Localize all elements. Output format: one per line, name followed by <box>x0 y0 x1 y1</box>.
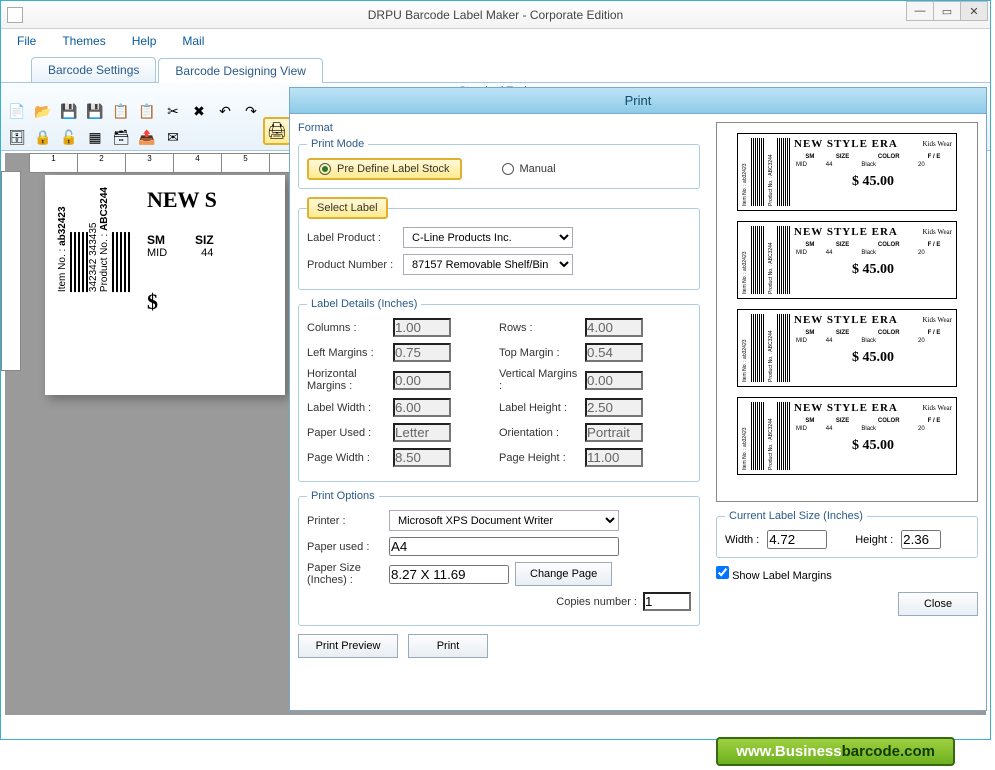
undo-icon[interactable]: ↶ <box>213 99 237 123</box>
show-margins-checkbox[interactable]: Show Label Margins <box>716 570 832 582</box>
saveas-icon[interactable]: 💾 <box>83 99 107 123</box>
dialog-right-panel: Item No. : ab32423 Product No. : ABC3244… <box>708 114 986 710</box>
label-brand: NEW S <box>147 187 273 213</box>
print-mode-group: Print Mode Pre Define Label Stock Manual <box>298 138 700 189</box>
mail-icon[interactable]: ✉ <box>161 125 185 149</box>
label-left-column: Item No. : ab32423 342342 343435 Product… <box>57 187 130 292</box>
lock-icon[interactable]: 🔒 <box>31 125 55 149</box>
menu-themes[interactable]: Themes <box>52 32 115 50</box>
grid-icon[interactable]: ▦ <box>83 125 107 149</box>
vmargin-input[interactable] <box>585 371 643 390</box>
mini-label-2: Item No. : ab32423 Product No. : ABC3244… <box>737 221 957 299</box>
maximize-button[interactable]: ▭ <box>933 1 961 21</box>
lwidth-input[interactable] <box>393 398 451 417</box>
menu-help[interactable]: Help <box>122 32 167 50</box>
lheight-input[interactable] <box>585 398 643 417</box>
db-icon[interactable]: 🗄 <box>5 125 29 149</box>
radio-manual[interactable]: Manual <box>502 163 556 175</box>
dialog-title: Print <box>290 88 986 114</box>
label-preview-card[interactable]: Item No. : ab32423 342342 343435 Product… <box>45 175 285 395</box>
close-button[interactable]: ✕ <box>960 1 988 21</box>
mini-label-1: Item No. : ab32423 Product No. : ABC3244… <box>737 133 957 211</box>
lmargin-input[interactable] <box>393 343 451 362</box>
mini-label-4: Item No. : ab32423 Product No. : ABC3244… <box>737 397 957 475</box>
current-label-size: Current Label Size (Inches) Width : Heig… <box>716 510 978 558</box>
ruler-vertical <box>1 171 21 371</box>
export-icon[interactable]: 📤 <box>135 125 159 149</box>
rows-input[interactable] <box>585 318 643 337</box>
save-icon[interactable]: 💾 <box>57 99 81 123</box>
paste-icon[interactable]: 📋 <box>135 99 159 123</box>
delete-icon[interactable]: ✖ <box>187 99 211 123</box>
mini-label-3: Item No. : ab32423 Product No. : ABC3244… <box>737 309 957 387</box>
ribbon-icons: 📄 📂 💾 💾 📋 📋 ✂ ✖ ↶ ↷ 🗄 🔒 🔓 ▦ 🗃 📤 ✉ <box>5 99 285 149</box>
window-buttons: — ▭ ✕ <box>907 1 988 21</box>
paper-used-input[interactable] <box>389 537 619 556</box>
radio-dot-icon <box>502 163 514 175</box>
copies-input[interactable] <box>643 592 691 611</box>
print-button[interactable]: Print <box>408 634 488 658</box>
tmargin-input[interactable] <box>585 343 643 362</box>
barcode-bars <box>68 232 88 292</box>
dialog-left-panel: Format Print Mode Pre Define Label Stock… <box>290 114 708 710</box>
footer-url: www.Businessbarcode.com <box>716 737 955 766</box>
titlebar: DRPU Barcode Label Maker - Corporate Edi… <box>1 1 990 29</box>
barcode-bars-2 <box>110 232 130 292</box>
hmargin-input[interactable] <box>393 371 451 390</box>
label-details-group: Label Details (Inches) Columns : Left Ma… <box>298 298 700 482</box>
menu-file[interactable]: File <box>7 32 46 50</box>
page-preview: Item No. : ab32423 Product No. : ABC3244… <box>716 122 978 502</box>
print-options-group: Print Options Printer :Microsoft XPS Doc… <box>298 490 700 626</box>
menu-mail[interactable]: Mail <box>172 32 214 50</box>
radio-predefine[interactable]: Pre Define Label Stock <box>307 158 462 180</box>
db2-icon[interactable]: 🗃 <box>109 125 133 149</box>
radio-dot-icon <box>319 163 331 175</box>
print-preview-button[interactable]: Print Preview <box>298 634 398 658</box>
cur-height-input[interactable] <box>901 530 941 549</box>
unlock-icon[interactable]: 🔓 <box>57 125 81 149</box>
paper-input <box>393 423 451 442</box>
format-label: Format <box>298 122 700 134</box>
change-page-button[interactable]: Change Page <box>515 562 612 586</box>
tabstrip: Barcode Settings Barcode Designing View <box>1 53 990 83</box>
pwidth-input[interactable] <box>393 448 451 467</box>
cur-width-input[interactable] <box>767 530 827 549</box>
print-icon[interactable]: 🖨 <box>263 117 291 145</box>
redo-icon[interactable]: ↷ <box>239 99 263 123</box>
tab-designing-view[interactable]: Barcode Designing View <box>158 58 323 83</box>
paper-size-input[interactable] <box>389 565 509 584</box>
orient-input <box>585 423 643 442</box>
printer-select[interactable]: Microsoft XPS Document Writer <box>389 510 619 531</box>
select-label-group: Select Label Label Product : C-Line Prod… <box>298 197 700 290</box>
pheight-input[interactable] <box>585 448 643 467</box>
main-window: DRPU Barcode Label Maker - Corporate Edi… <box>0 0 991 740</box>
app-icon <box>7 7 23 23</box>
columns-input[interactable] <box>393 318 451 337</box>
product-number-select[interactable]: 87157 Removable Shelf/Bin <box>403 254 573 275</box>
minimize-button[interactable]: — <box>906 1 934 21</box>
new-icon[interactable]: 📄 <box>5 99 29 123</box>
tab-barcode-settings[interactable]: Barcode Settings <box>31 57 156 82</box>
close-dialog-button[interactable]: Close <box>898 592 978 616</box>
print-dialog: Print Format Print Mode Pre Define Label… <box>289 87 987 711</box>
window-title: DRPU Barcode Label Maker - Corporate Edi… <box>368 8 623 22</box>
label-right-column: NEW S SMSIZ MID44 $ <box>147 187 273 315</box>
menubar: File Themes Help Mail <box>1 29 990 53</box>
open-icon[interactable]: 📂 <box>31 99 55 123</box>
label-product-select[interactable]: C-Line Products Inc. <box>403 227 573 248</box>
cut-icon[interactable]: ✂ <box>161 99 185 123</box>
copy-icon[interactable]: 📋 <box>109 99 133 123</box>
